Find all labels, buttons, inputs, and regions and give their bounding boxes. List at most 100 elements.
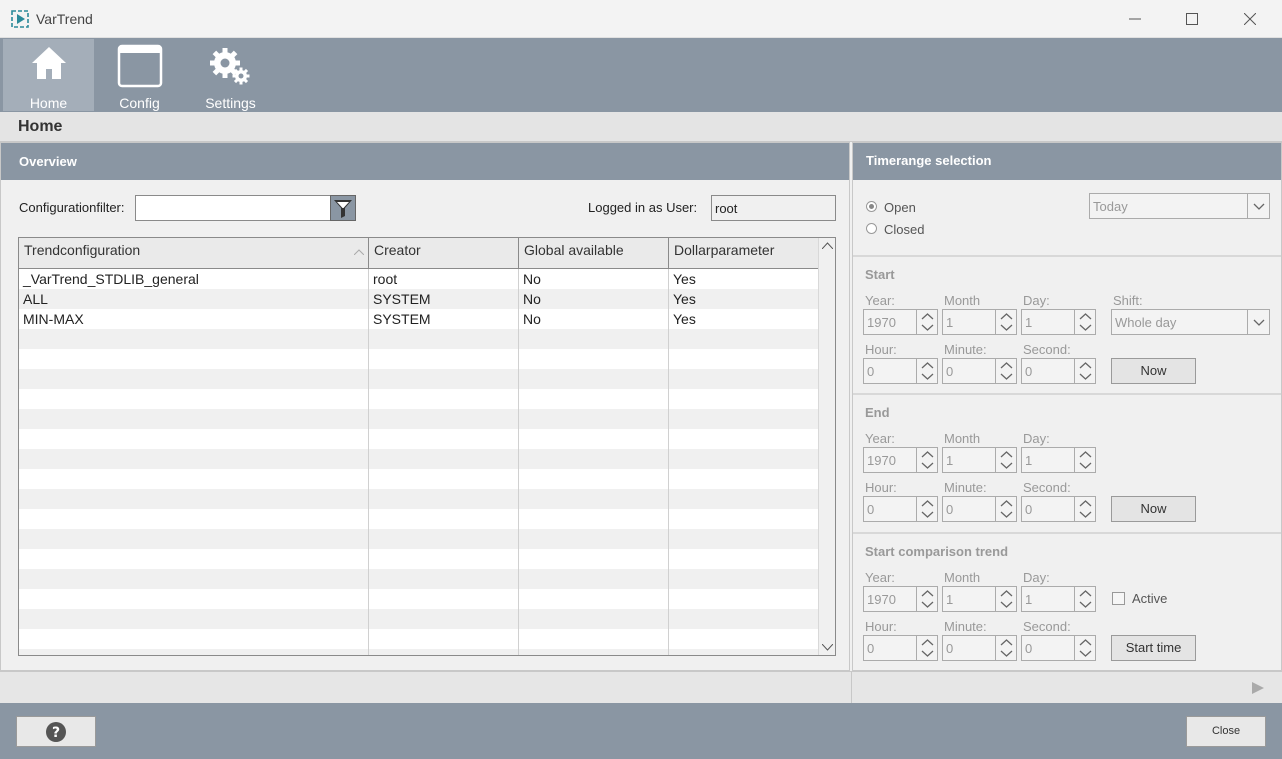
start-shift-label: Shift:	[1113, 293, 1143, 308]
end-now-button[interactable]: Now	[1111, 496, 1196, 522]
table-row[interactable]	[19, 569, 819, 589]
up-down-arrows-icon[interactable]	[916, 359, 937, 383]
toolbar-settings-button[interactable]: Settings	[185, 39, 276, 111]
table-row[interactable]	[19, 509, 819, 529]
up-down-arrows-icon[interactable]	[916, 448, 937, 472]
column-header-creator[interactable]: Creator	[369, 238, 519, 268]
timerange-preset-select[interactable]: Today	[1089, 193, 1270, 219]
table-row[interactable]	[19, 649, 819, 655]
scroll-down-icon[interactable]	[822, 644, 833, 651]
table-row[interactable]	[19, 449, 819, 469]
up-down-arrows-icon[interactable]	[995, 359, 1016, 383]
table-row[interactable]	[19, 369, 819, 389]
up-down-arrows-icon[interactable]	[1074, 497, 1095, 521]
end-day-spinner[interactable]: 1	[1021, 447, 1096, 473]
table-row[interactable]	[19, 429, 819, 449]
minimize-button[interactable]	[1106, 0, 1164, 38]
column-header-global-available[interactable]: Global available	[519, 238, 669, 268]
comparison-minute-spinner[interactable]: 0	[942, 635, 1017, 661]
end-year-spinner[interactable]: 1970	[863, 447, 938, 473]
start-month-spinner[interactable]: 1	[942, 309, 1017, 335]
table-cell	[669, 629, 819, 649]
trendconfiguration-table: Trendconfiguration Creator Global availa…	[18, 237, 836, 656]
up-down-arrows-icon[interactable]	[995, 587, 1016, 611]
table-cell	[19, 589, 369, 609]
table-row[interactable]	[19, 329, 819, 349]
up-down-arrows-icon[interactable]	[916, 587, 937, 611]
table-cell	[369, 609, 519, 629]
timerange-preset-value: Today	[1093, 199, 1128, 214]
table-row[interactable]: MIN-MAX SYSTEM No Yes	[19, 309, 819, 329]
table-row[interactable]	[19, 549, 819, 569]
up-down-arrows-icon[interactable]	[995, 636, 1016, 660]
up-down-arrows-icon[interactable]	[916, 497, 937, 521]
end-hour-label: Hour:	[865, 480, 897, 495]
table-cell	[19, 329, 369, 349]
toolbar-config-button[interactable]: Config	[94, 39, 185, 111]
end-day-label: Day:	[1023, 431, 1050, 446]
up-down-arrows-icon[interactable]	[916, 636, 937, 660]
main-toolbar: Home Config Settings	[0, 38, 1282, 112]
table-row[interactable]	[19, 389, 819, 409]
start-minute-spinner[interactable]: 0	[942, 358, 1017, 384]
table-row[interactable]	[19, 349, 819, 369]
up-down-arrows-icon[interactable]	[1074, 587, 1095, 611]
scroll-up-icon[interactable]	[822, 242, 833, 249]
timerange-panel: Timerange selection Open Closed Today St…	[852, 142, 1282, 671]
start-day-spinner[interactable]: 1	[1021, 309, 1096, 335]
column-header-trendconfiguration[interactable]: Trendconfiguration	[19, 238, 369, 268]
status-bar	[0, 671, 1282, 703]
play-icon[interactable]	[1251, 681, 1265, 695]
table-cell: _VarTrend_STDLIB_general	[19, 269, 369, 289]
comparison-year-spinner[interactable]: 1970	[863, 586, 938, 612]
table-row[interactable]	[19, 629, 819, 649]
up-down-arrows-icon[interactable]	[1074, 310, 1095, 334]
up-down-arrows-icon[interactable]	[1074, 359, 1095, 383]
table-header: Trendconfiguration Creator Global availa…	[19, 238, 819, 269]
comparison-month-spinner[interactable]: 1	[942, 586, 1017, 612]
table-row[interactable]: _VarTrend_STDLIB_general root No Yes	[19, 269, 819, 289]
table-row[interactable]	[19, 589, 819, 609]
start-year-spinner[interactable]: 1970	[863, 309, 938, 335]
table-row[interactable]	[19, 609, 819, 629]
end-month-spinner[interactable]: 1	[942, 447, 1017, 473]
active-checkbox[interactable]	[1112, 592, 1125, 605]
close-button[interactable]: Close	[1186, 716, 1266, 747]
comparison-day-spinner[interactable]: 1	[1021, 586, 1096, 612]
table-row[interactable]: ALL SYSTEM No Yes	[19, 289, 819, 309]
end-second-spinner[interactable]: 0	[1021, 496, 1096, 522]
start-hour-spinner[interactable]: 0	[863, 358, 938, 384]
open-radio[interactable]	[866, 201, 877, 212]
toolbar-home-button[interactable]: Home	[3, 39, 94, 111]
up-down-arrows-icon[interactable]	[995, 497, 1016, 521]
logged-in-label: Logged in as User:	[588, 200, 698, 215]
comparison-hour-spinner[interactable]: 0	[863, 635, 938, 661]
up-down-arrows-icon[interactable]	[995, 448, 1016, 472]
table-row[interactable]	[19, 469, 819, 489]
up-down-arrows-icon[interactable]	[916, 310, 937, 334]
filter-button[interactable]	[330, 195, 356, 221]
help-button[interactable]: ?	[16, 716, 96, 747]
table-row[interactable]	[19, 489, 819, 509]
overview-title: Overview	[19, 154, 77, 169]
start-second-spinner[interactable]: 0	[1021, 358, 1096, 384]
up-down-arrows-icon[interactable]	[995, 310, 1016, 334]
up-down-arrows-icon[interactable]	[1074, 636, 1095, 660]
closed-radio[interactable]	[866, 223, 877, 234]
window-close-button[interactable]	[1221, 0, 1279, 38]
end-minute-spinner[interactable]: 0	[942, 496, 1017, 522]
configuration-filter-input[interactable]	[135, 195, 331, 221]
comparison-second-spinner[interactable]: 0	[1021, 635, 1096, 661]
start-time-button[interactable]: Start time	[1111, 635, 1196, 661]
start-shift-select[interactable]: Whole day	[1111, 309, 1270, 335]
table-scrollbar[interactable]	[818, 238, 835, 655]
window-titlebar: VarTrend	[0, 0, 1282, 38]
up-down-arrows-icon[interactable]	[1074, 448, 1095, 472]
end-hour-spinner[interactable]: 0	[863, 496, 938, 522]
start-title: Start	[865, 267, 895, 282]
maximize-button[interactable]	[1163, 0, 1221, 38]
start-now-button[interactable]: Now	[1111, 358, 1196, 384]
table-row[interactable]	[19, 409, 819, 429]
column-header-dollarparameter[interactable]: Dollarparameter	[669, 238, 819, 268]
table-row[interactable]	[19, 529, 819, 549]
